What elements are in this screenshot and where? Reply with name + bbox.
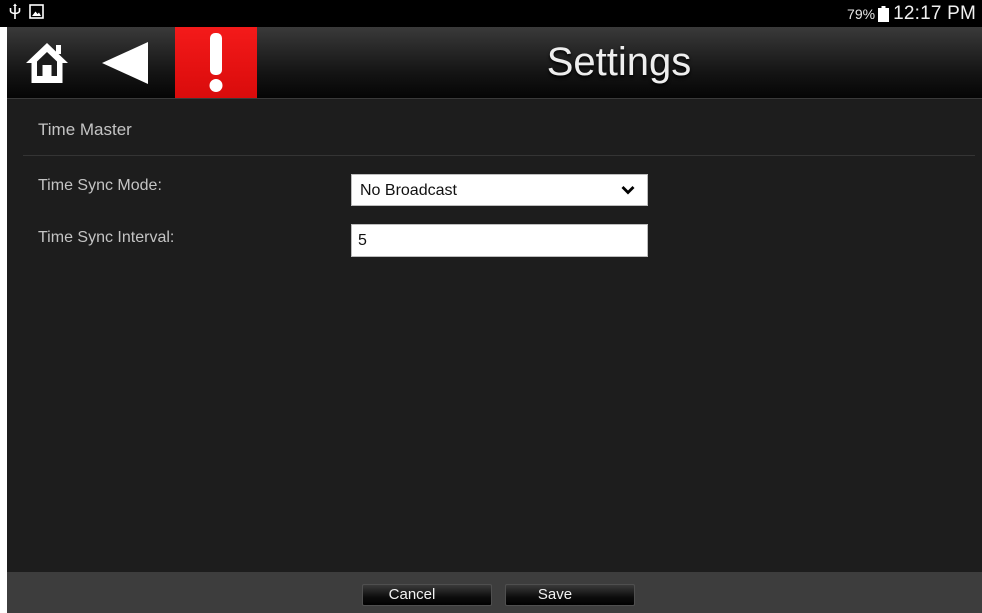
cancel-button[interactable]: Cancel	[362, 584, 492, 606]
time-sync-interval-input[interactable]	[351, 224, 648, 257]
back-arrow-icon	[102, 42, 148, 84]
section-divider	[23, 155, 975, 156]
home-icon	[26, 43, 68, 83]
time-sync-interval-label: Time Sync Interval:	[38, 229, 175, 246]
battery-percent: 79%	[847, 5, 876, 22]
usb-icon	[9, 3, 21, 25]
back-button[interactable]	[102, 42, 148, 84]
image-notification-icon	[29, 4, 44, 24]
chevron-down-icon	[621, 186, 635, 195]
save-button[interactable]: Save	[505, 584, 635, 606]
time-sync-mode-label: Time Sync Mode:	[38, 177, 162, 194]
battery-icon	[878, 5, 890, 22]
clock: 12:17 PM	[893, 2, 976, 24]
status-right: 79% 12:17 PM	[847, 0, 976, 27]
notification-icons	[9, 3, 44, 25]
page-title: Settings	[546, 40, 692, 84]
app-header: Settings	[7, 27, 982, 98]
save-button-label: Save	[537, 586, 573, 603]
section-title: Time Master	[38, 120, 132, 139]
footer-bar: Cancel Save	[7, 572, 982, 613]
time-sync-mode-select[interactable]: No Broadcast	[351, 174, 648, 206]
time-sync-mode-value: No Broadcast	[360, 182, 457, 199]
alert-button[interactable]	[175, 27, 257, 98]
status-bar: 79% 12:17 PM	[0, 0, 982, 27]
settings-panel: Time Master Time Sync Mode: No Broadcast…	[7, 99, 982, 572]
alert-exclamation-icon	[209, 33, 223, 92]
home-button[interactable]	[23, 39, 71, 87]
cancel-button-label: Cancel	[388, 586, 436, 603]
